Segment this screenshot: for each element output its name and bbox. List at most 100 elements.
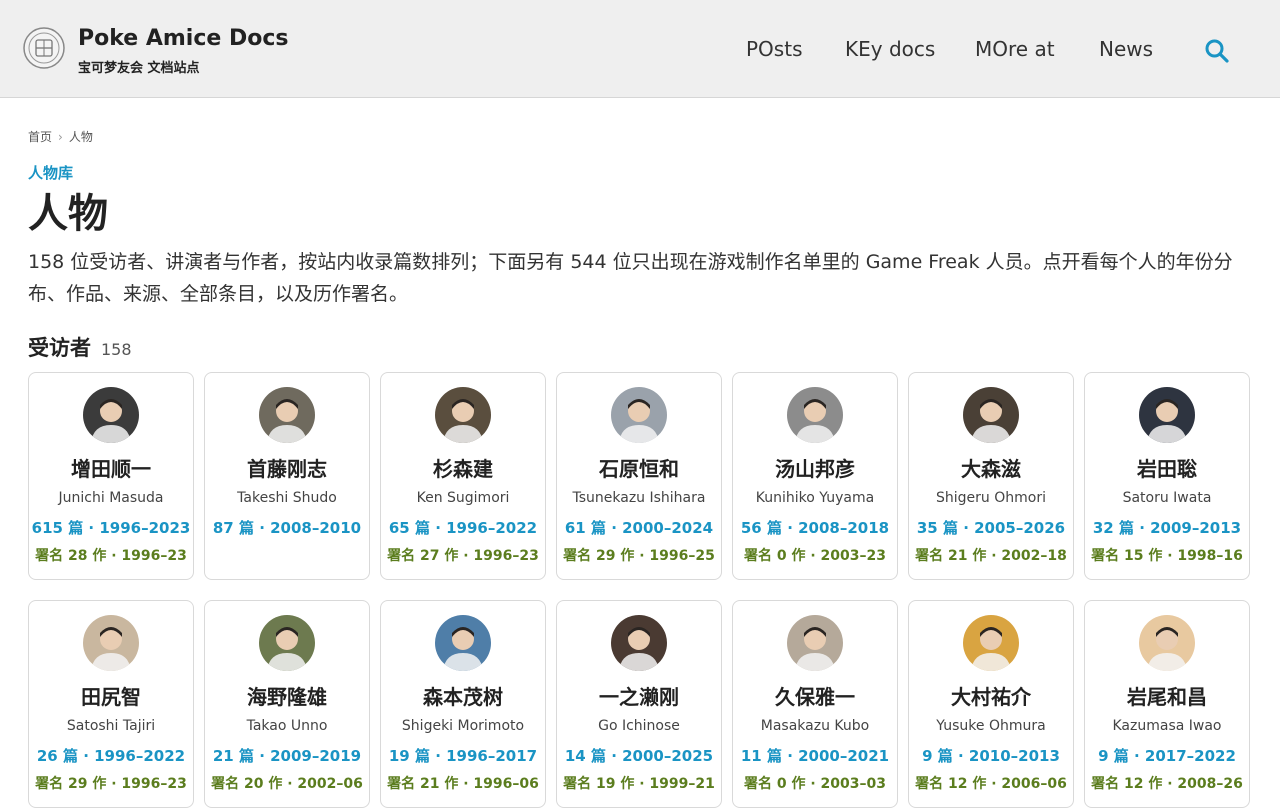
person-name-zh[interactable]: 杉森建	[381, 453, 545, 482]
nav-more-at[interactable]: MOre at	[975, 37, 1055, 61]
person-card[interactable]: 汤山邦彦 Kunihiko Yuyama 56 篇 · 2008–2018 署名 0 …	[732, 372, 898, 580]
person-card[interactable]: 田尻智 Satoshi Tajiri 26 篇 · 1996–2022 署名 29 作…	[28, 600, 194, 808]
avatar[interactable]	[83, 387, 139, 443]
person-name-en: Kazumasa Iwao	[1112, 718, 1222, 734]
nav-key-docs[interactable]: KEy docs	[845, 37, 935, 61]
person-stats: 56 篇 · 2008–2018	[740, 519, 890, 537]
person-credits: 署名 21 作 · 2002–18	[915, 548, 1067, 564]
person-stats: 87 篇 · 2008–2010	[212, 519, 362, 537]
breadcrumb-home[interactable]: 首页	[28, 130, 52, 144]
avatar[interactable]	[435, 387, 491, 443]
person-name-en: Shigeru Ohmori	[936, 490, 1046, 506]
page-intro: 158 位受访者、讲演者与作者，按站内收录篇数排列；下面另有 544 位只出现在…	[28, 251, 1233, 305]
person-name-zh[interactable]: 田尻智	[29, 681, 193, 710]
breadcrumb: 首页 › 人物	[28, 128, 93, 145]
person-stats: 61 篇 · 2000–2024	[564, 519, 714, 537]
person-credits: 署名 0 作 · 2003–23	[743, 548, 886, 564]
person-name-en: Junichi Masuda	[58, 490, 164, 506]
person-credits: 署名 28 作 · 1996–23	[35, 548, 187, 564]
person-stats: 11 篇 · 2000–2021	[740, 747, 890, 765]
nav-posts[interactable]: POsts	[746, 37, 802, 61]
person-card[interactable]: 久保雅一 Masakazu Kubo 11 篇 · 2000–2021 署名 0 作 …	[732, 600, 898, 808]
person-name-zh[interactable]: 汤山邦彦	[733, 453, 897, 482]
person-credits: 署名 15 作 · 1998–16	[1091, 548, 1243, 564]
person-credits: 署名 21 作 · 1996–06	[387, 776, 539, 792]
person-name-zh[interactable]: 久保雅一	[733, 681, 897, 710]
avatar[interactable]	[963, 615, 1019, 671]
site-title[interactable]: Poke Amice Docs	[78, 26, 288, 51]
person-name-zh[interactable]: 岩尾和昌	[1085, 681, 1249, 710]
person-card[interactable]: 岩尾和昌 Kazumasa Iwao 9 篇 · 2017–2022 署名 12 作 …	[1084, 600, 1250, 808]
person-card[interactable]: 石原恒和 Tsunekazu Ishihara 61 篇 · 2000–2024 署名…	[556, 372, 722, 580]
breadcrumb-current: 人物	[68, 130, 93, 144]
person-name-zh[interactable]: 岩田聡	[1085, 453, 1249, 482]
section-eyebrow[interactable]: 人物库	[28, 162, 73, 183]
avatar[interactable]	[787, 615, 843, 671]
site-subtitle: 宝可梦友会 文档站点	[78, 61, 200, 76]
person-stats: 9 篇 · 2010–2013	[922, 747, 1060, 765]
person-credits: 署名 20 作 · 2002–06	[211, 776, 363, 792]
person-card[interactable]: 大森滋 Shigeru Ohmori 35 篇 · 2005–2026 署名 21 作…	[908, 372, 1074, 580]
person-card[interactable]: 增田顺一 Junichi Masuda 615 篇 · 1996–2023 署名 28…	[28, 372, 194, 580]
nav-news[interactable]: News	[1099, 37, 1153, 61]
person-name-en: Go Ichinose	[598, 718, 680, 734]
person-name-en: Tsunekazu Ishihara	[572, 490, 706, 506]
page-title: 人物	[28, 191, 108, 237]
person-credits: 署名 19 作 · 1999–21	[563, 776, 715, 792]
person-card[interactable]: 森本茂树 Shigeki Morimoto 19 篇 · 1996–2017 署名 2…	[380, 600, 546, 808]
person-credits: 署名 29 作 · 1996–23	[35, 776, 187, 792]
section-title: 受访者	[28, 336, 91, 360]
avatar[interactable]	[259, 387, 315, 443]
person-name-zh[interactable]: 海野隆雄	[205, 681, 369, 710]
person-card[interactable]: 杉森建 Ken Sugimori 65 篇 · 1996–2022 署名 27 作 ·…	[380, 372, 546, 580]
person-card[interactable]: 岩田聡 Satoru Iwata 32 篇 · 2009–2013 署名 15 作 ·…	[1084, 372, 1250, 580]
top-header: Poke Amice Docs 宝可梦友会 文档站点 POsts KEy doc…	[0, 0, 1280, 98]
avatar[interactable]	[963, 387, 1019, 443]
avatar[interactable]	[435, 615, 491, 671]
people-grid: 增田顺一 Junichi Masuda 615 篇 · 1996–2023 署名 28…	[28, 372, 1254, 808]
person-name-zh[interactable]: 大村祐介	[909, 681, 1073, 710]
person-credits: 署名 12 作 · 2006–06	[915, 776, 1067, 792]
person-stats: 615 篇 · 1996–2023	[31, 519, 191, 537]
person-card[interactable]: 首藤刚志 Takeshi Shudo 87 篇 · 2008–2010	[204, 372, 370, 580]
person-credits: 署名 12 作 · 2008–26	[1091, 776, 1243, 792]
section-heading: 受访者 158	[28, 332, 132, 362]
person-name-zh[interactable]: 大森滋	[909, 453, 1073, 482]
avatar[interactable]	[259, 615, 315, 671]
person-card[interactable]: 大村祐介 Yusuke Ohmura 9 篇 · 2010–2013 署名 12 作 …	[908, 600, 1074, 808]
avatar[interactable]	[83, 615, 139, 671]
avatar[interactable]	[1139, 387, 1195, 443]
person-name-zh[interactable]: 增田顺一	[29, 453, 193, 482]
avatar[interactable]	[611, 387, 667, 443]
site-logo-icon[interactable]	[22, 26, 66, 70]
avatar[interactable]	[611, 615, 667, 671]
person-stats: 26 篇 · 1996–2022	[36, 747, 186, 765]
section-count: 158	[101, 340, 132, 359]
person-card[interactable]: 一之濑刚 Go Ichinose 14 篇 · 2000–2025 署名 19 作 ·…	[556, 600, 722, 808]
person-name-zh[interactable]: 森本茂树	[381, 681, 545, 710]
person-name-en: Yusuke Ohmura	[936, 718, 1046, 734]
person-stats: 9 篇 · 2017–2022	[1098, 747, 1236, 765]
person-name-en: Satoshi Tajiri	[66, 718, 156, 734]
avatar[interactable]	[1139, 615, 1195, 671]
person-name-zh[interactable]: 一之濑刚	[557, 681, 721, 710]
person-name-en: Kunihiko Yuyama	[755, 490, 875, 506]
person-credits: 署名 29 作 · 1996–25	[563, 548, 715, 564]
person-stats: 35 篇 · 2005–2026	[916, 519, 1066, 537]
person-name-en: Ken Sugimori	[416, 490, 510, 506]
person-name-en: Shigeki Morimoto	[401, 718, 525, 734]
person-name-zh[interactable]: 石原恒和	[557, 453, 721, 482]
person-stats: 19 篇 · 1996–2017	[388, 747, 538, 765]
search-icon[interactable]	[1203, 37, 1231, 65]
avatar[interactable]	[787, 387, 843, 443]
person-name-en: Satoru Iwata	[1122, 490, 1212, 506]
person-name-en: Takao Unno	[246, 718, 328, 734]
person-stats: 32 篇 · 2009–2013	[1092, 519, 1242, 537]
person-card[interactable]: 海野隆雄 Takao Unno 21 篇 · 2009–2019 署名 20 作 · …	[204, 600, 370, 808]
person-credits: 署名 0 作 · 2003–03	[743, 776, 886, 792]
person-name-en: Takeshi Shudo	[237, 490, 337, 506]
person-name-en: Masakazu Kubo	[760, 718, 870, 734]
breadcrumb-separator: ›	[58, 130, 63, 144]
person-name-zh[interactable]: 首藤刚志	[205, 453, 369, 482]
person-stats: 14 篇 · 2000–2025	[564, 747, 714, 765]
